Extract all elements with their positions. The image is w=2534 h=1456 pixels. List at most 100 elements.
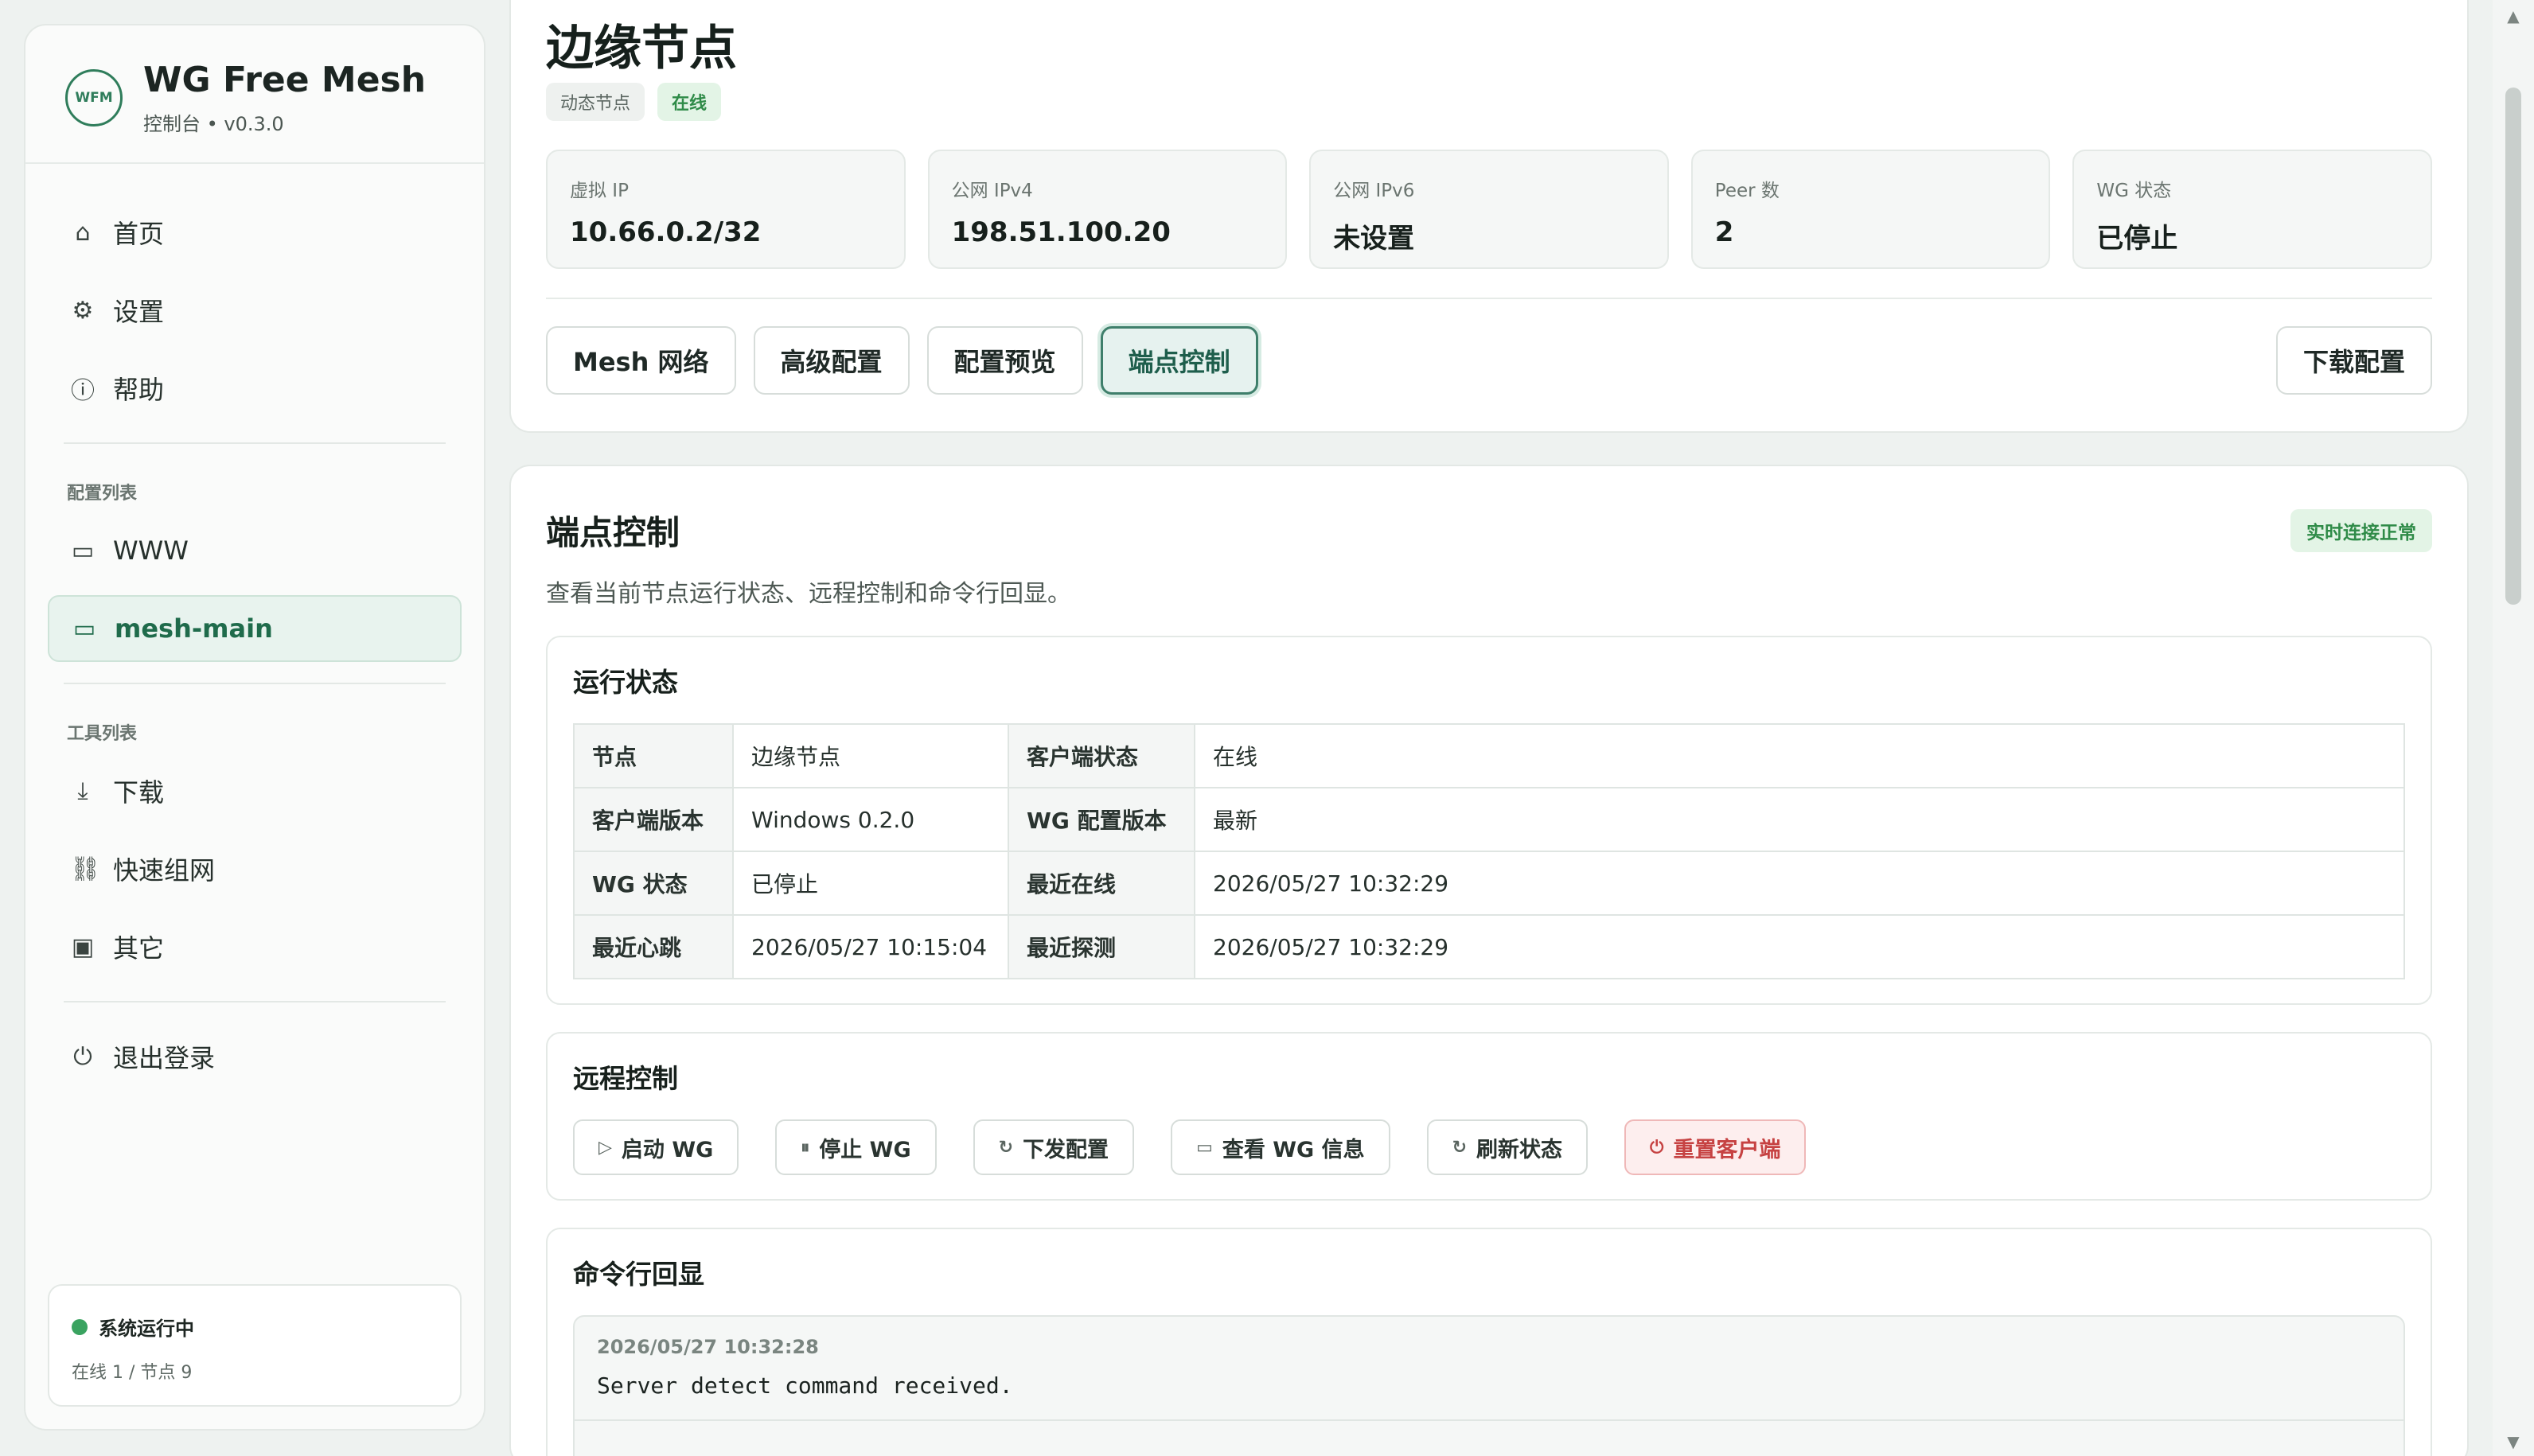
sidebar-item-www[interactable]: ▭ WWW xyxy=(48,517,462,584)
main-content: 边缘节点 动态节点 在线 虚拟 IP 10.66.0.2/32 公网 IPv4 … xyxy=(509,0,2469,1456)
view-wg-info-button[interactable]: ▭ 查看 WG 信息 xyxy=(1171,1119,1390,1175)
sidebar-nav: ⌂ 首页 ⚙ 设置 ⓘ 帮助 配置列表 ▭ WWW ▭ mesh-main 工具… xyxy=(25,164,484,1101)
section-title: 端点控制 xyxy=(546,513,680,552)
button-label: 查看 WG 信息 xyxy=(1222,1137,1365,1162)
sidebar-item-label: mesh-main xyxy=(115,613,273,644)
online-status-badge: 在线 xyxy=(657,83,722,121)
table-key: 最近心跳 xyxy=(573,914,734,979)
scroll-down-arrow-icon[interactable]: ▼ xyxy=(2493,1432,2534,1451)
stat-label: WG 状态 xyxy=(2096,181,2172,201)
push-config-button[interactable]: ↻ 下发配置 xyxy=(973,1119,1135,1175)
console-timestamp: 2026/05/27 10:32:28 xyxy=(597,1336,819,1358)
refresh-icon: ↻ xyxy=(1452,1137,1468,1158)
start-wg-button[interactable]: ▷ 启动 WG xyxy=(573,1119,739,1175)
button-label: 停止 WG xyxy=(819,1137,911,1162)
stat-value: 198.51.100.20 xyxy=(951,216,1171,248)
logout-label: 退出登录 xyxy=(113,1043,216,1073)
button-label: 启动 WG xyxy=(621,1137,714,1162)
stat-label: 公网 IPv6 xyxy=(1333,181,1415,201)
remote-control-panel: 远程控制 ▷ 启动 WG ⏸ 停止 WG ↻ 下发配置 ▭ 查看 WG 信息 ↻… xyxy=(546,1032,2432,1201)
box-icon: ▣ xyxy=(71,932,95,961)
play-icon: ▷ xyxy=(598,1137,612,1158)
download-config-button[interactable]: 下载配置 xyxy=(2275,326,2432,395)
table-key: 客户端版本 xyxy=(573,787,734,852)
live-connection-badge: 实时连接正常 xyxy=(2290,508,2432,552)
brand-logo: WFM xyxy=(65,69,123,127)
sidebar-item-help[interactable]: ⓘ 帮助 xyxy=(48,355,462,422)
folder-icon: ▭ xyxy=(71,536,95,565)
stat-value: 已停止 xyxy=(2096,223,2178,255)
runtime-status-panel: 运行状态 节点 边缘节点 客户端状态 在线 客户端版本 Windows 0.2.… xyxy=(546,636,2432,1005)
stat-peer-count: Peer 数 2 xyxy=(1690,150,2051,269)
console-output[interactable]: 2026/05/27 10:32:28 Server detect comman… xyxy=(573,1315,2405,1456)
tab-bar: Mesh 网络 高级配置 配置预览 端点控制 下载配置 xyxy=(546,326,2432,395)
table-value: 最新 xyxy=(1194,787,2405,852)
tab-mesh-network[interactable]: Mesh 网络 xyxy=(546,326,736,395)
sidebar-item-download[interactable]: ⤓ 下载 xyxy=(48,757,462,824)
table-value: 2026/05/27 10:15:04 xyxy=(732,914,1009,979)
brand-title: WG Free Mesh xyxy=(143,60,427,100)
button-label: 重置客户端 xyxy=(1673,1137,1781,1162)
home-icon: ⌂ xyxy=(75,218,91,247)
scroll-up-arrow-icon[interactable]: ▲ xyxy=(2493,6,2534,25)
logout-button[interactable]: ⏻ 退出登录 xyxy=(48,1023,462,1090)
table-key: 客户端状态 xyxy=(1008,723,1195,788)
table-value: Windows 0.2.0 xyxy=(732,787,1009,852)
table-value: 2026/05/27 10:32:29 xyxy=(1194,914,2405,979)
tool-section-label: 工具列表 xyxy=(67,724,138,744)
sidebar-item-home[interactable]: ⌂ 首页 xyxy=(48,199,462,266)
stat-public-ipv4: 公网 IPv4 198.51.100.20 xyxy=(927,150,1288,269)
stats-row: 虚拟 IP 10.66.0.2/32 公网 IPv4 198.51.100.20… xyxy=(546,150,2432,269)
table-value: 边缘节点 xyxy=(732,723,1009,788)
tab-config-preview[interactable]: 配置预览 xyxy=(926,326,1083,395)
node-type-badge: 动态节点 xyxy=(546,83,645,121)
remote-control-buttons: ▷ 启动 WG ⏸ 停止 WG ↻ 下发配置 ▭ 查看 WG 信息 ↻ 刷新状态… xyxy=(573,1119,2405,1175)
brand-header: WFM WG Free Mesh 控制台 • v0.3.0 xyxy=(25,25,484,164)
reset-client-button[interactable]: ⏻ 重置客户端 xyxy=(1624,1119,1807,1175)
pause-icon: ⏸ xyxy=(801,1137,810,1158)
page-scrollbar[interactable]: ▲ ▼ xyxy=(2493,0,2534,1456)
table-key: 最近在线 xyxy=(1008,851,1195,916)
table-row: 客户端版本 Windows 0.2.0 WG 配置版本 最新 xyxy=(573,787,2405,852)
system-status-label: 系统运行中 xyxy=(99,1318,194,1340)
divider xyxy=(575,1419,2403,1421)
brand-subtitle: 控制台 • v0.3.0 xyxy=(143,113,284,135)
button-label: 刷新状态 xyxy=(1476,1137,1563,1162)
system-status-card: 系统运行中 在线 1 / 节点 9 xyxy=(48,1284,462,1407)
divider xyxy=(64,683,446,684)
sidebar-item-quick-mesh[interactable]: ⛓ 快速组网 xyxy=(48,835,462,902)
table-key: 最近探测 xyxy=(1008,914,1195,979)
sidebar-item-label: 下载 xyxy=(113,777,165,808)
scrollbar-thumb[interactable] xyxy=(2505,88,2521,605)
sidebar-item-settings[interactable]: ⚙ 设置 xyxy=(48,277,462,344)
link-icon: ⛓ xyxy=(70,855,101,883)
sidebar-item-other[interactable]: ▣ 其它 xyxy=(48,913,462,980)
info-icon: ⓘ xyxy=(71,377,95,405)
stop-wg-button[interactable]: ⏸ 停止 WG xyxy=(775,1119,937,1175)
console-output-panel: 命令行回显 2026/05/27 10:32:28 Server detect … xyxy=(546,1228,2432,1456)
stat-label: 虚拟 IP xyxy=(570,181,629,201)
divider xyxy=(64,442,446,444)
sidebar-item-label: 首页 xyxy=(113,219,165,249)
monitor-icon: ▭ xyxy=(1196,1137,1213,1158)
tab-advanced-config[interactable]: 高级配置 xyxy=(753,326,910,395)
table-key: 节点 xyxy=(573,723,734,788)
refresh-status-button[interactable]: ↻ 刷新状态 xyxy=(1426,1119,1589,1175)
table-row: 节点 边缘节点 客户端状态 在线 xyxy=(573,723,2405,788)
panel-title: 命令行回显 xyxy=(573,1259,704,1290)
page-title: 边缘节点 xyxy=(546,21,737,76)
stat-wg-status: WG 状态 已停止 xyxy=(2072,150,2432,269)
node-badges: 动态节点 在线 xyxy=(546,83,2432,121)
system-status-detail: 在线 1 / 节点 9 xyxy=(72,1363,193,1383)
table-value: 在线 xyxy=(1194,723,2405,788)
stat-public-ipv6: 公网 IPv6 未设置 xyxy=(1309,150,1669,269)
sidebar-item-mesh-main[interactable]: ▭ mesh-main xyxy=(48,595,462,662)
stat-value: 2 xyxy=(1714,216,1734,248)
stat-label: 公网 IPv4 xyxy=(951,181,1033,201)
tab-endpoint-control[interactable]: 端点控制 xyxy=(1100,326,1258,395)
table-row: 最近心跳 2026/05/27 10:15:04 最近探测 2026/05/27… xyxy=(573,914,2405,979)
sidebar-item-label: 设置 xyxy=(113,297,165,327)
table-key: WG 配置版本 xyxy=(1008,787,1195,852)
stat-label: Peer 数 xyxy=(1714,181,1780,201)
panel-title: 远程控制 xyxy=(573,1063,678,1094)
